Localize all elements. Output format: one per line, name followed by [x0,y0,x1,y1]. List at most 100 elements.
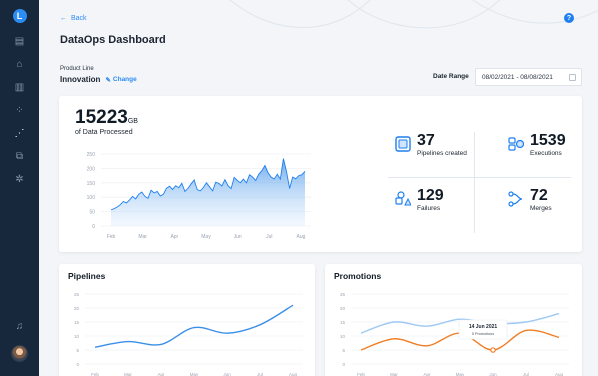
y-tick-label: 15 [340,320,346,325]
sidebar: L ▤ ⌂ ▥ ⁘ ⋰ ⧉ ✲ ♫ [0,0,39,376]
grid-icon[interactable]: ⁘ [8,102,32,119]
x-tick-label: May [190,372,199,376]
back-link[interactable]: ← Back [60,15,87,22]
tooltip-date: 14 Jun 2021 [469,324,498,330]
y-tick-label: 5 [342,348,345,353]
tooltip-value: 5 Promotions [472,332,494,336]
x-tick-label: Jun [223,372,231,376]
y-tick-label: 0 [92,224,95,230]
app-logo[interactable]: L [12,9,27,23]
chart-trend-icon[interactable]: ⋰ [8,125,32,142]
promotions-card: Promotions 0 5 10 15 20 25 Feb Mar Apr May Jun Jul A… [325,264,582,376]
x-tick-label: Aug [297,234,306,240]
summary-card: 15223GB of Data Processed 0 50 100 150 200 25… [59,96,582,252]
pipelines-card: Pipelines 0 5 10 15 20 25 Feb Mar Apr May Jun Jul Au… [59,264,315,376]
pipelines-chart: 0 5 10 15 20 25 Feb Mar Apr May Jun Jul Aug [74,292,303,376]
help-icon[interactable]: ? [564,13,574,23]
x-tick-label: Jul [266,234,272,240]
y-tick-label: 15 [74,320,80,325]
x-tick-label: Jun [489,372,497,376]
y-tick-label: 150 [87,181,96,187]
stat-executions: 1539 Executions [508,133,566,157]
x-tick-label: Apr [170,234,178,240]
pipelines-created-label: Pipelines created [417,150,467,157]
product-line-label: Product Line [60,66,94,72]
stat-merges: 72 Merges [508,188,552,212]
promotions-title: Promotions [334,271,382,281]
merges-label: Merges [530,205,552,212]
y-tick-label: 5 [76,348,79,353]
tooltip-marker [490,347,496,353]
sidebar-nav: ▤ ⌂ ▥ ⁘ ⋰ ⧉ ✲ [8,33,32,188]
y-tick-label: 250 [87,152,96,158]
date-range-value: 08/02/2021 - 08/08/2021 [482,73,553,81]
document-icon[interactable]: ▤ [8,33,32,50]
data-processed-number: 15223 [75,107,128,128]
pipeline-icon [395,136,411,152]
page-title: DataOps Dashboard [60,34,166,46]
stats-divider-vertical [474,132,475,233]
x-tick-label: Jul [523,372,529,376]
x-tick-label: Mar [138,234,147,240]
x-tick-label: Aug [289,372,298,376]
y-tick-label: 10 [74,334,80,339]
sidebar-bottom: ♫ [8,318,32,362]
calendar-icon[interactable] [569,74,576,81]
main-content: ← Back ? DataOps Dashboard Product Line … [39,0,598,376]
product-line-value: Innovation [60,75,101,84]
executions-value: 1539 [530,132,566,149]
execution-icon [508,137,524,151]
series-line-0 [94,304,294,348]
date-range-input[interactable]: 08/02/2021 - 08/08/2021 [475,68,582,86]
network-icon[interactable]: ⧉ [8,148,32,165]
y-tick-label: 200 [87,166,96,172]
settings-icon[interactable]: ✲ [8,171,32,188]
date-range-label: Date Range [433,73,469,80]
y-tick-label: 50 [89,210,95,216]
y-tick-label: 0 [342,362,345,367]
product-line-value-row: Innovation ✎ Change [60,75,137,84]
analytics-icon[interactable]: ▥ [8,79,32,96]
arrow-left-icon: ← [60,15,67,22]
executions-label: Executions [530,150,562,157]
change-label: Change [112,76,137,83]
pencil-icon: ✎ [105,76,111,84]
x-tick-label: Feb [357,372,365,376]
x-tick-label: Mar [390,372,398,376]
x-tick-label: Jul [257,372,263,376]
merge-icon [508,191,523,207]
y-tick-label: 10 [340,334,346,339]
y-tick-label: 25 [74,292,80,297]
back-label: Back [71,15,87,22]
stat-failures: 129 Failures [395,188,444,212]
x-tick-label: Jun [234,234,242,240]
failure-icon [395,191,411,206]
x-tick-label: Mar [124,372,132,376]
x-tick-label: Aug [555,372,564,376]
stats-divider-horizontal [388,177,571,178]
y-tick-label: 20 [74,306,80,311]
data-unit: GB [127,118,138,125]
header-decoration [229,0,598,29]
pipelines-title: Pipelines [68,271,106,281]
change-product-line-link[interactable]: ✎ Change [105,76,136,84]
x-tick-label: Apr [157,372,165,376]
y-tick-label: 25 [340,292,346,297]
pipelines-created-value: 37 [417,132,435,149]
failures-label: Failures [417,205,441,212]
promotions-chart: 0 5 10 15 20 25 Feb Mar Apr May Jun Jul Aug 14 Jun 20… [340,292,569,376]
y-tick-label: 20 [340,306,346,311]
x-tick-label: Feb [107,234,116,240]
x-tick-label: Apr [423,372,431,376]
y-tick-label: 0 [76,362,79,367]
avatar[interactable] [11,345,28,362]
data-processed-value: 15223GB [75,107,138,129]
bell-icon[interactable]: ♫ [8,318,32,335]
x-tick-label: May [201,234,211,240]
failures-value: 129 [417,187,444,204]
y-tick-label: 100 [87,195,96,201]
data-processed-chart: 0 50 100 150 200 250 Feb Mar Apr May Jun Jul Aug [87,152,311,240]
archive-icon[interactable]: ⌂ [8,56,32,73]
x-tick-label: Feb [91,372,99,376]
stat-pipelines: 37 Pipelines created [395,133,467,157]
